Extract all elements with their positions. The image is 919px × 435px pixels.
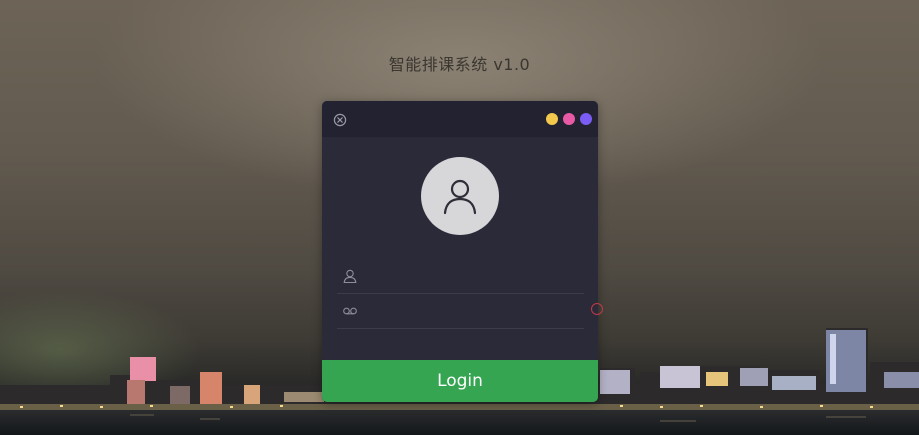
dialog-titlebar [322,101,598,137]
window-controls [546,113,592,125]
password-toggle-icon[interactable] [591,303,603,315]
maximize-dot-button[interactable] [563,113,575,125]
username-input[interactable] [365,263,584,291]
minimize-dot-button[interactable] [546,113,558,125]
user-icon [342,268,358,284]
login-button[interactable]: Login [322,360,598,402]
app-title: 智能排课系统 v1.0 [388,55,531,74]
avatar [421,157,499,235]
user-avatar-icon [443,179,477,215]
close-icon[interactable] [333,112,347,127]
extra-dot-button[interactable] [580,113,592,125]
password-input[interactable] [365,298,584,326]
login-dialog: Login [322,101,598,402]
password-field [337,294,584,329]
username-field [337,259,584,294]
key-icon [342,303,358,319]
